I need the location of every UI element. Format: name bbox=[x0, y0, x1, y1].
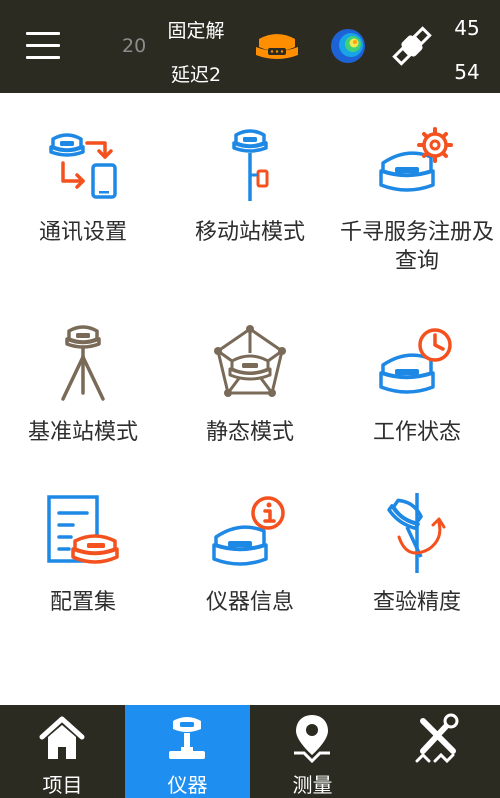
tile-static-mode[interactable]: 静态模式 bbox=[167, 293, 333, 463]
target-icon bbox=[377, 663, 457, 705]
tile-label: 仪器信息 bbox=[205, 590, 294, 615]
work-status-icon bbox=[379, 328, 452, 394]
nav-tab-project[interactable]: 项目 bbox=[0, 705, 125, 798]
gnss-receiver-icon[interactable] bbox=[253, 25, 301, 65]
configuration-set-icon bbox=[47, 495, 119, 564]
delay-status[interactable]: 延迟2 bbox=[158, 60, 234, 87]
status-bar: 20 固定解 延迟2 45 54 bbox=[0, 0, 500, 93]
instrument-icon bbox=[169, 717, 205, 759]
check-accuracy-icon bbox=[387, 493, 446, 573]
tile-partial-target[interactable] bbox=[334, 633, 500, 705]
instrument-menu-grid: 通讯设置 移动站模式 千寻服务注册及查询 基准站模式 静态模式 工作状态 配置集… bbox=[0, 93, 500, 705]
count-top: 45 bbox=[454, 16, 480, 40]
tile-label: 配置集 bbox=[49, 590, 116, 615]
solution-status[interactable]: 固定解 bbox=[158, 16, 234, 43]
count-bottom: 54 bbox=[454, 60, 480, 84]
nav-label: 测量 bbox=[292, 773, 333, 797]
nav-tab-instrument[interactable]: 仪器 bbox=[125, 705, 250, 798]
tile-label: 通讯设置 bbox=[38, 220, 127, 245]
base-station-icon bbox=[61, 325, 105, 401]
tile-work-status[interactable]: 工作状态 bbox=[334, 293, 500, 463]
nav-tab-tools[interactable] bbox=[375, 705, 500, 798]
service-registration-icon bbox=[379, 127, 453, 192]
satellites-used-count: 20 bbox=[122, 35, 147, 57]
tile-label: 工作状态 bbox=[372, 420, 461, 445]
tile-partial-signal[interactable] bbox=[167, 633, 333, 705]
nav-label: 项目 bbox=[42, 773, 83, 797]
tile-partial-settings[interactable] bbox=[0, 633, 166, 705]
tile-label: 静态模式 bbox=[205, 420, 294, 445]
nav-tab-measure[interactable]: 测量 bbox=[250, 705, 375, 798]
tile-instrument-info[interactable]: 仪器信息 bbox=[167, 463, 333, 633]
bottom-nav: 项目 仪器 测量 bbox=[0, 705, 500, 798]
static-mode-icon bbox=[214, 325, 286, 397]
instrument-info-icon bbox=[212, 496, 285, 566]
signal-globe-icon[interactable] bbox=[330, 28, 366, 64]
tile-service-registration[interactable]: 千寻服务注册及查询 bbox=[334, 93, 500, 274]
tile-label: 查验精度 bbox=[372, 590, 461, 615]
tile-label: 移动站模式 bbox=[194, 220, 305, 245]
tile-label: 基准站模式 bbox=[27, 420, 138, 445]
tile-communication-settings[interactable]: 通讯设置 bbox=[0, 93, 166, 263]
menu-icon[interactable] bbox=[24, 26, 64, 66]
nav-label: 仪器 bbox=[167, 773, 208, 797]
tile-label: 千寻服务注册及查询 bbox=[339, 220, 494, 274]
gear-icon bbox=[43, 663, 123, 705]
home-icon bbox=[39, 716, 85, 759]
tile-configuration-set[interactable]: 配置集 bbox=[0, 463, 166, 633]
communication-settings-icon bbox=[49, 133, 117, 199]
satellite-icon[interactable] bbox=[390, 24, 434, 68]
signal-icon bbox=[210, 663, 290, 705]
location-pin-icon bbox=[294, 715, 330, 763]
rover-mode-icon bbox=[232, 129, 269, 201]
tile-rover-mode[interactable]: 移动站模式 bbox=[167, 93, 333, 263]
tile-check-accuracy[interactable]: 查验精度 bbox=[334, 463, 500, 633]
tile-base-station[interactable]: 基准站模式 bbox=[0, 293, 166, 463]
tools-icon bbox=[415, 713, 459, 763]
